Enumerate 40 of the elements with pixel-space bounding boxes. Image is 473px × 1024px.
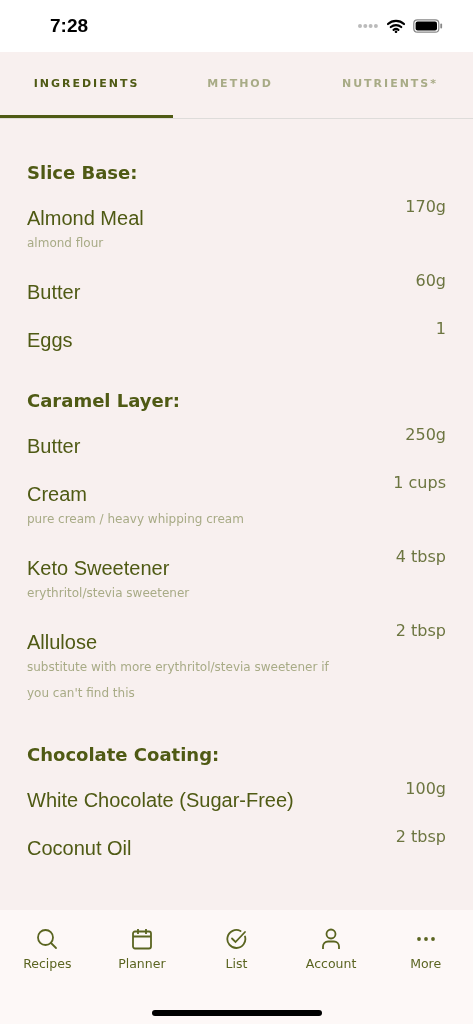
nav-item[interactable]: Recipes: [7, 928, 88, 971]
ingredient-name: Butter: [27, 434, 81, 458]
ingredient-note: almond flour: [27, 235, 105, 252]
ingredient-name: Almond Meal: [27, 206, 144, 230]
nav-item[interactable]: Planner: [101, 928, 182, 971]
ingredient-amount: 60g: [415, 272, 446, 290]
search-icon: [36, 928, 59, 950]
check-circle-icon: [225, 928, 248, 950]
ingredient-amount: 170g: [405, 198, 446, 216]
status-time: 7:28: [50, 15, 89, 37]
calendar-icon: [130, 928, 153, 950]
nav-item[interactable]: List: [196, 928, 277, 971]
ingredient-note: pure cream / heavy whipping cream: [27, 511, 244, 528]
ingredient-amount: 100g: [405, 780, 446, 798]
ingredient-name: Coconut Oil: [27, 836, 132, 860]
wifi-icon: [387, 19, 405, 33]
battery-icon: [413, 19, 443, 33]
signal-icon: [357, 23, 379, 29]
section-heading: Chocolate Coating:: [27, 743, 221, 767]
person-icon: [321, 928, 342, 950]
ingredient-amount: 2 tbsp: [395, 828, 446, 846]
ingredient-name: Keto Sweetener: [27, 556, 171, 580]
section-heading: Slice Base:: [27, 161, 139, 185]
ingredient-amount: 4 tbsp: [395, 548, 446, 566]
ingredient-amount: 2 tbsp: [395, 622, 446, 640]
ingredient-name: Butter: [27, 280, 81, 304]
ingredient-amount: 1 cups: [393, 474, 446, 492]
ingredient-name: Allulose: [27, 630, 99, 654]
ingredient-amount: 250g: [405, 426, 446, 444]
section-heading: Caramel Layer:: [27, 389, 181, 413]
tab[interactable]: INGREDIENTS: [0, 52, 173, 118]
ingredient-note: erythritol/stevia sweetener: [27, 585, 190, 602]
ingredient-name: White Chocolate (Sugar-Free): [27, 788, 294, 812]
ingredient-amount: 1: [435, 320, 446, 338]
nav-item[interactable]: Account: [291, 928, 372, 971]
ingredient-name: Cream: [27, 482, 88, 506]
more-icon: [415, 937, 436, 941]
ingredient-note: substitute with more erythritol/stevia sweetener if you can't find this: [27, 659, 330, 702]
ingredient-name: Eggs: [27, 328, 73, 352]
nav-item[interactable]: More: [385, 928, 466, 971]
